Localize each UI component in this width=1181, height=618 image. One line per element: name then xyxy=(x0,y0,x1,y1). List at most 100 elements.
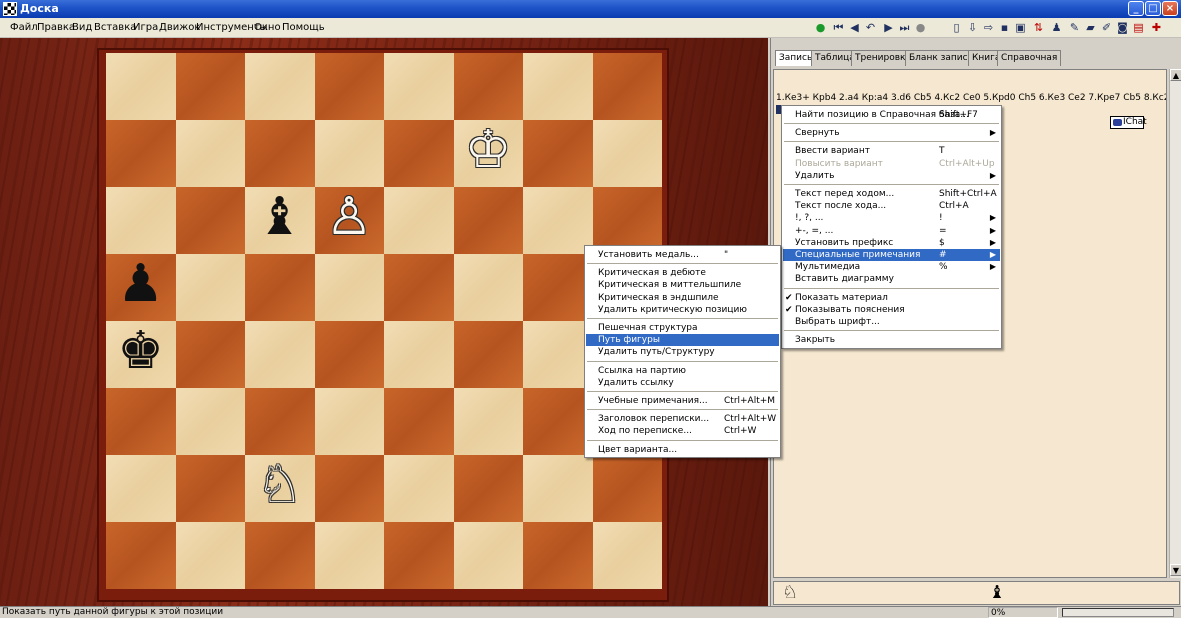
black-bishop-c6[interactable]: ♝ xyxy=(245,187,314,253)
context-menu-item[interactable]: !, ?, ...! ▶ xyxy=(783,212,1000,224)
context-menu-item[interactable]: ✔ Показать материал xyxy=(783,292,1000,304)
square-h7[interactable] xyxy=(592,120,662,187)
square-e1[interactable] xyxy=(384,522,454,589)
submenu-item[interactable]: Установить медаль... " xyxy=(586,249,779,261)
stop-icon[interactable]: ● xyxy=(914,21,927,34)
menu-help[interactable]: Помощь xyxy=(282,22,325,33)
arrow-right-icon[interactable]: ⇨ xyxy=(982,21,995,34)
square-d2[interactable] xyxy=(314,455,384,522)
context-menu-item[interactable]: Вставить диаграмму xyxy=(783,273,1000,285)
menu-game[interactable]: Игра xyxy=(133,22,158,33)
square-e7[interactable] xyxy=(384,120,454,187)
square-e4[interactable] xyxy=(384,321,454,388)
arrow-down-icon[interactable]: ⇩ xyxy=(966,21,979,34)
context-menu-item[interactable]: Специальные примечания # ▶ xyxy=(783,249,1000,261)
minimize-button[interactable]: _ xyxy=(1128,1,1144,16)
notation-scrollbar[interactable]: ▲ ▼ xyxy=(1169,69,1181,578)
menu-view[interactable]: Вид xyxy=(72,22,92,33)
save-icon[interactable]: ▪ xyxy=(998,21,1011,34)
context-menu-item[interactable]: Выбрать шрифт... xyxy=(783,316,1000,328)
square-h8[interactable] xyxy=(592,53,662,120)
square-f1[interactable] xyxy=(453,522,523,589)
square-e5[interactable] xyxy=(384,254,454,321)
undo-icon[interactable]: ↶ xyxy=(864,21,877,34)
square-b8[interactable] xyxy=(175,53,245,120)
square-b1[interactable] xyxy=(175,522,245,589)
square-b7[interactable] xyxy=(175,120,245,187)
square-f2[interactable] xyxy=(453,455,523,522)
black-king-a4[interactable]: ♚ xyxy=(106,321,175,387)
square-h2[interactable] xyxy=(592,455,662,522)
scroll-up-button[interactable]: ▲ xyxy=(1170,69,1181,81)
menu-insert[interactable]: Вставка xyxy=(94,22,136,33)
eraser-icon[interactable]: ▰ xyxy=(1084,21,1097,34)
white-king-f7[interactable]: ♔ xyxy=(454,120,523,186)
submenu-item[interactable]: Заголовок переписки... Ctrl+Alt+W xyxy=(586,413,779,425)
square-b2[interactable] xyxy=(175,455,245,522)
context-menu-item[interactable]: Установить префикс $ ▶ xyxy=(783,237,1000,249)
square-d1[interactable] xyxy=(314,522,384,589)
context-menu-item[interactable]: Повысить вариант Ctrl+Alt+Up xyxy=(783,158,1000,170)
square-a1[interactable] xyxy=(106,522,176,589)
square-h6[interactable] xyxy=(592,187,662,254)
chat-tag[interactable]: IChat xyxy=(1110,116,1147,129)
move-list[interactable]: 1.Ке3+ Крb4 2.a4 Кр:a4 3.d6 Cb5 4.Кс2 Се… xyxy=(776,93,1166,103)
white-knight-c2[interactable]: ♘ xyxy=(245,455,314,521)
context-menu-item[interactable]: Текст после хода... Ctrl+A xyxy=(783,200,1000,212)
scroll-down-button[interactable]: ▼ xyxy=(1170,564,1181,576)
square-e8[interactable] xyxy=(384,53,454,120)
context-menu-item[interactable]: Удалить ▶ xyxy=(783,170,1000,182)
square-g7[interactable] xyxy=(523,120,593,187)
square-a6[interactable] xyxy=(106,187,176,254)
black-pawn-a5[interactable]: ♟ xyxy=(106,254,175,320)
square-c4[interactable] xyxy=(245,321,315,388)
context-menu-item[interactable]: Ввести вариант T xyxy=(783,145,1000,157)
camera-icon[interactable]: ◙ xyxy=(1116,21,1129,34)
square-g3[interactable] xyxy=(523,388,593,455)
square-a2[interactable] xyxy=(106,455,176,522)
context-menu-item[interactable]: Найти позицию в Справочная база... Shift+… xyxy=(783,109,1000,121)
square-f5[interactable] xyxy=(453,254,523,321)
square-c1[interactable] xyxy=(245,522,315,589)
menu-edit[interactable]: Правка xyxy=(37,22,75,33)
square-d4[interactable] xyxy=(314,321,384,388)
square-c5[interactable] xyxy=(245,254,315,321)
prev-move-icon[interactable]: ◀ xyxy=(848,21,861,34)
submenu-item[interactable]: Пешечная структура xyxy=(586,322,779,334)
flip-board-icon[interactable]: ⇅ xyxy=(1032,21,1045,34)
submenu-item[interactable]: Ссылка на партию xyxy=(586,365,779,377)
square-c7[interactable] xyxy=(245,120,315,187)
menu-engine[interactable]: Движок xyxy=(159,22,200,33)
submenu-item[interactable]: Ход по переписке... Ctrl+W xyxy=(586,425,779,437)
square-b4[interactable] xyxy=(175,321,245,388)
submenu-item[interactable]: Критическая в миттельшпиле xyxy=(586,279,779,291)
square-g2[interactable] xyxy=(523,455,593,522)
square-b6[interactable] xyxy=(175,187,245,254)
next-move-icon[interactable]: ▶ xyxy=(882,21,895,34)
piece-icon[interactable]: ♟ xyxy=(1050,21,1063,34)
submenu-item[interactable]: Удалить путь/Структуру xyxy=(586,346,779,358)
square-g8[interactable] xyxy=(523,53,593,120)
square-g1[interactable] xyxy=(523,522,593,589)
last-move-icon[interactable]: ⏭ xyxy=(898,21,911,34)
tab-reference[interactable]: Справочная xyxy=(997,50,1062,66)
pen-icon[interactable]: ✎ xyxy=(1068,21,1081,34)
square-d8[interactable] xyxy=(314,53,384,120)
save-as-icon[interactable]: ▣ xyxy=(1014,21,1027,34)
close-button[interactable]: × xyxy=(1162,1,1178,16)
square-a7[interactable] xyxy=(106,120,176,187)
context-menu-item[interactable]: +-, =, ... = ▶ xyxy=(783,225,1000,237)
submenu-item[interactable]: Учебные примечания... Ctrl+Alt+M xyxy=(586,395,779,407)
square-e3[interactable] xyxy=(384,388,454,455)
square-f6[interactable] xyxy=(453,187,523,254)
brush-icon[interactable]: ✐ xyxy=(1100,21,1113,34)
submenu-item[interactable]: Критическая в эндшпиле xyxy=(586,292,779,304)
square-g6[interactable] xyxy=(523,187,593,254)
square-d5[interactable] xyxy=(314,254,384,321)
context-menu-item[interactable]: ✔ Показывать пояснения xyxy=(783,304,1000,316)
square-f3[interactable] xyxy=(453,388,523,455)
square-c3[interactable] xyxy=(245,388,315,455)
context-menu-item[interactable]: Текст перед ходом... Shift+Ctrl+A xyxy=(783,188,1000,200)
tab-scoresheet[interactable]: Бланк записи xyxy=(905,50,978,66)
square-b5[interactable] xyxy=(175,254,245,321)
